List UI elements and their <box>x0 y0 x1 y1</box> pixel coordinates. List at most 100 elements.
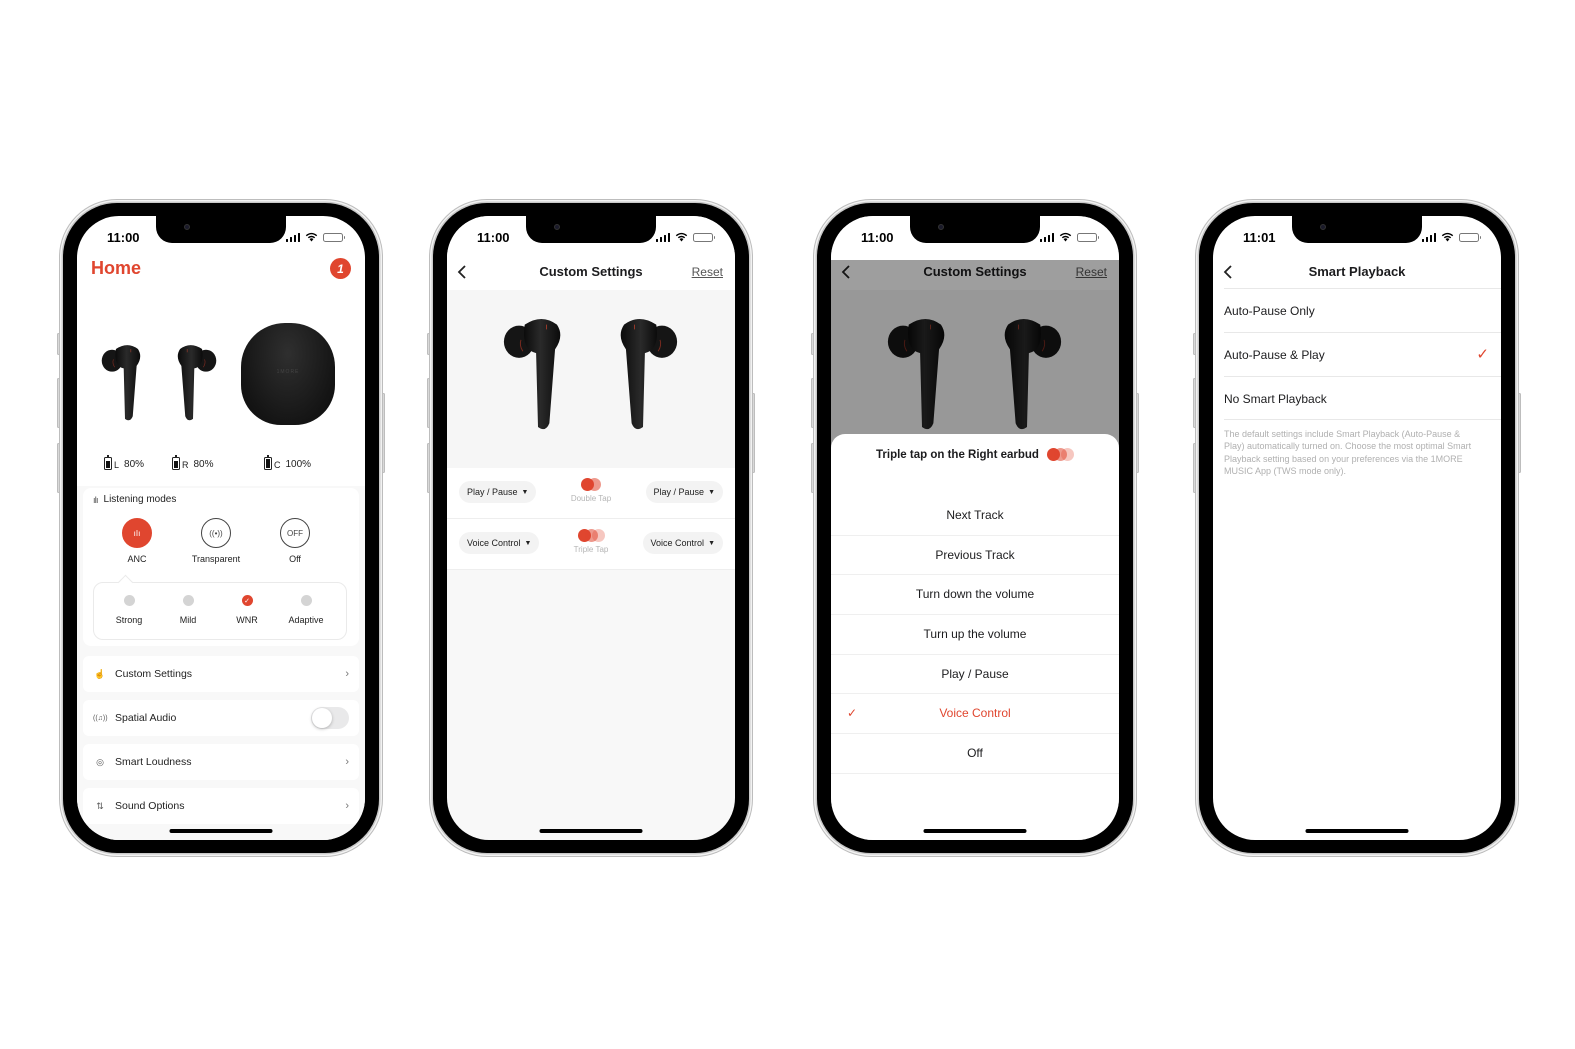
anc-level-wnr[interactable]: ✓ WNR <box>217 595 277 625</box>
dropdown-value: Play / Pause <box>653 487 705 497</box>
anc-level-label: Adaptive <box>288 615 324 625</box>
menu-label: Smart Loudness <box>115 756 192 768</box>
menu-label: Custom Settings <box>115 668 193 680</box>
mute-switch <box>811 333 814 355</box>
tap-dots-icon <box>1046 448 1074 461</box>
left-earbud-image <box>101 344 141 421</box>
right-action-dropdown[interactable]: Voice Control ▼ <box>642 532 723 554</box>
option-no-smart-playback[interactable]: No Smart Playback <box>1224 376 1501 420</box>
menu-spatial-audio: ((♫)) Spatial Audio <box>83 700 359 736</box>
gesture-row-double-tap: Play / Pause ▼ Double Tap Play / Pause ▼ <box>447 468 735 519</box>
signal-icon <box>1421 232 1436 242</box>
brand-logo-button[interactable]: 1 <box>330 258 351 279</box>
listening-modes-card: ıIı Listening modes ıIı ANC ((•)) Transp… <box>83 488 359 646</box>
left-action-dropdown[interactable]: Voice Control ▼ <box>459 532 540 554</box>
anc-level-mild[interactable]: Mild <box>158 595 218 625</box>
caret-down-icon: ▼ <box>708 488 715 496</box>
right-earbud-image <box>607 310 679 436</box>
action-sheet: Triple tap on the Right earbud Next Trac… <box>831 434 1119 840</box>
home-indicator[interactable] <box>923 829 1027 833</box>
menu-sound-options[interactable]: ⇅ Sound Options › <box>83 788 359 824</box>
home-indicator[interactable] <box>169 829 273 833</box>
chevron-right-icon: › <box>345 800 349 812</box>
waveform-icon: ıIı <box>93 494 98 505</box>
off-icon: OFF <box>280 518 310 548</box>
battery-case: C 100% <box>264 455 311 470</box>
home-indicator[interactable] <box>539 829 643 833</box>
menu-smart-loudness[interactable]: ◎ Smart Loudness › <box>83 744 359 780</box>
volume-up-button <box>427 378 430 428</box>
signal-icon <box>285 232 300 242</box>
option-next-track[interactable]: Next Track <box>831 496 1119 536</box>
wifi-icon <box>675 232 688 242</box>
check-icon: ✓ <box>241 595 253 606</box>
mode-off-label: Off <box>289 554 301 564</box>
wifi-icon <box>305 232 318 242</box>
option-auto-pause-only[interactable]: Auto-Pause Only <box>1224 288 1501 332</box>
anc-level-strong[interactable]: Strong <box>99 595 159 625</box>
volume-up-button <box>1193 378 1196 428</box>
option-label: Turn down the volume <box>915 587 1035 602</box>
spatial-audio-icon: ((♫)) <box>93 714 108 722</box>
tap-dots-icon <box>561 478 621 491</box>
option-label: Next Track <box>946 508 1004 522</box>
radio-dot <box>123 595 135 606</box>
gesture-label: Double Tap <box>570 494 612 503</box>
option-label: Off <box>967 746 983 761</box>
home-indicator[interactable] <box>1305 829 1409 833</box>
caret-down-icon: ▼ <box>708 539 715 547</box>
status-time: 11:00 <box>861 230 894 245</box>
battery-left-label: L <box>114 460 120 470</box>
page-title: Home <box>91 258 142 278</box>
signal-icon <box>655 232 670 242</box>
triple-tap-indicator: Triple Tap <box>561 529 621 554</box>
phone-smart-playback: 11:01 Smart Playback Auto-Pause Only Aut… <box>1193 203 1521 853</box>
nav-header: Smart Playback <box>1213 260 1501 286</box>
custom-settings-sheet-screen: 11:00 Custom Settings Reset Triple tap o… <box>831 216 1119 840</box>
option-previous-track[interactable]: Previous Track <box>831 536 1119 576</box>
battery-case-label: C <box>274 460 281 470</box>
option-label: Auto-Pause & Play <box>1224 348 1325 362</box>
notch <box>526 216 656 243</box>
anc-level-label: Mild <box>179 615 197 625</box>
radio-dot <box>300 595 312 606</box>
option-off[interactable]: Off <box>831 734 1119 774</box>
case-logo: 1MORE <box>276 369 300 375</box>
menu-custom-settings[interactable]: ☝ Custom Settings › <box>83 656 359 692</box>
option-play-pause[interactable]: Play / Pause <box>831 655 1119 695</box>
mode-transparent-button[interactable]: ((•)) Transparent <box>186 518 246 564</box>
gesture-label: Triple Tap <box>573 545 609 554</box>
option-volume-down[interactable]: Turn down the volume <box>831 575 1119 616</box>
caret-down-icon: ▼ <box>524 539 532 547</box>
charging-case-image: 1MORE <box>241 323 335 425</box>
smart-playback-note: The default settings include Smart Playb… <box>1224 429 1472 476</box>
nav-header: Custom Settings Reset <box>447 260 735 286</box>
left-action-dropdown[interactable]: Play / Pause ▼ <box>459 481 537 503</box>
smart-playback-screen: 11:01 Smart Playback Auto-Pause Only Aut… <box>1213 216 1501 840</box>
mode-off-button[interactable]: OFF Off <box>265 518 325 564</box>
option-label: Previous Track <box>935 547 1015 562</box>
option-voice-control[interactable]: ✓ Voice Control <box>831 694 1119 735</box>
double-tap-indicator: Double Tap <box>561 478 621 503</box>
phone-home: 11:00 Home 1 1MORE L 80% R 80% C 100% ıI… <box>57 203 385 853</box>
camera-icon <box>554 224 560 230</box>
wifi-icon <box>1059 232 1072 242</box>
battery-status-row: L 80% R 80% C 100% <box>77 455 365 473</box>
spatial-audio-toggle[interactable] <box>311 707 349 729</box>
notch <box>910 216 1040 243</box>
battery-icon <box>1459 232 1481 242</box>
reset-link[interactable]: Reset <box>692 265 723 279</box>
camera-icon <box>184 224 190 230</box>
option-volume-up[interactable]: Turn up the volume <box>831 615 1119 655</box>
status-time: 11:00 <box>107 230 140 245</box>
anc-level-adaptive[interactable]: Adaptive <box>276 595 336 625</box>
option-auto-pause-play[interactable]: Auto-Pause & Play ✓ <box>1224 332 1501 376</box>
status-time: 11:01 <box>1243 230 1276 245</box>
mode-anc-button[interactable]: ıIı ANC <box>107 518 167 564</box>
right-action-dropdown[interactable]: Play / Pause ▼ <box>645 481 723 503</box>
action-options: Next Track Previous Track Turn down the … <box>831 496 1119 774</box>
battery-right-icon <box>172 455 180 470</box>
battery-right-value: 80% <box>193 459 214 470</box>
option-label: Voice Control <box>939 706 1011 721</box>
phone-action-sheet: 11:00 Custom Settings Reset Triple tap o… <box>811 203 1139 853</box>
